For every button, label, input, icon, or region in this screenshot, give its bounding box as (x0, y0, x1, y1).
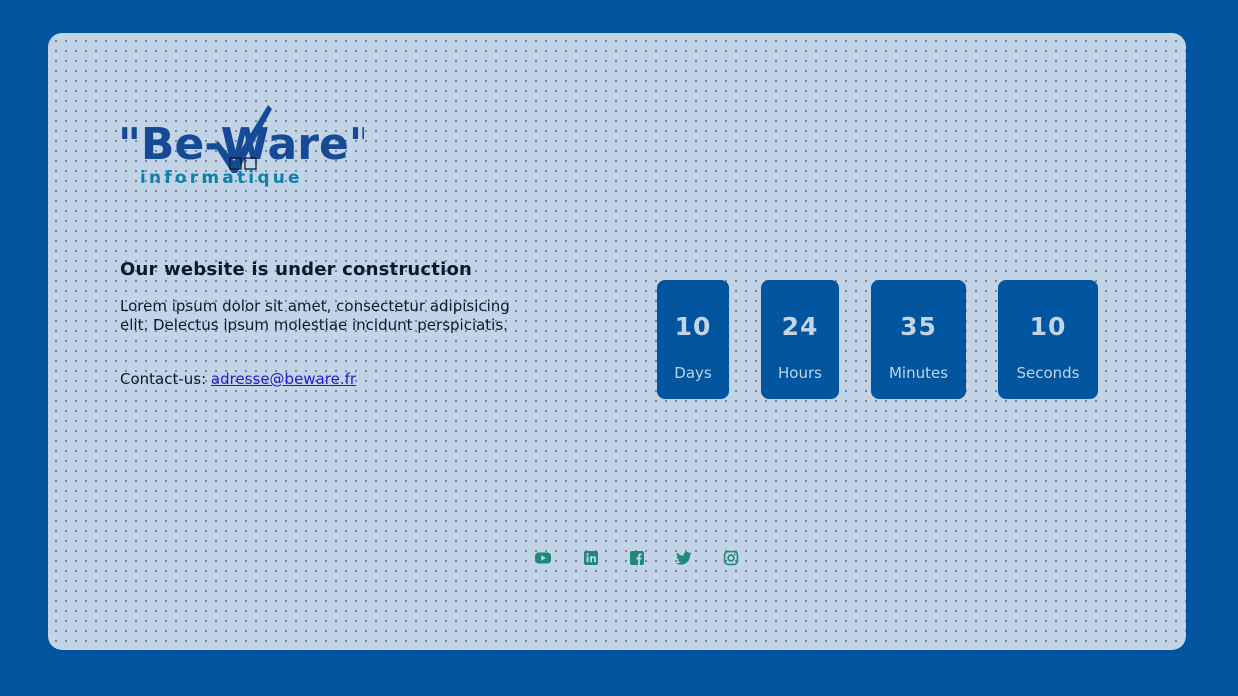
countdown-seconds: 10 Seconds (998, 280, 1098, 399)
contact-email-link[interactable]: adresse@beware.fr (211, 370, 356, 388)
instagram-icon[interactable] (722, 549, 740, 567)
countdown-seconds-value: 10 (1029, 312, 1067, 341)
twitter-icon[interactable] (675, 549, 693, 567)
facebook-icon[interactable] (628, 549, 646, 567)
linkedin-icon[interactable] (582, 549, 600, 567)
page-title: Our website is under construction (120, 259, 473, 280)
countdown-minutes: 35 Minutes (871, 280, 966, 399)
contact-line: Contact-us: adresse@beware.fr (120, 370, 356, 388)
youtube-icon[interactable] (534, 549, 552, 567)
logo-sub-text: informatique (140, 168, 303, 188)
countdown-days-value: 10 (674, 312, 712, 341)
countdown-days: 10 Days (657, 280, 729, 399)
countdown-minutes-label: Minutes (888, 364, 949, 382)
countdown-hours-value: 24 (781, 312, 819, 341)
countdown-hours-label: Hours (778, 364, 822, 382)
countdown-hours: 24 Hours (761, 280, 839, 399)
contact-label: Contact-us: (120, 370, 211, 388)
countdown-minutes-value: 35 (900, 312, 937, 341)
logo-graphic: "Be-Ware" informatique (118, 105, 364, 188)
description-text: Lorem ipsum dolor sit amet, consectetur … (120, 297, 510, 334)
beware-logo: "Be-Ware" informatique (118, 103, 364, 189)
countdown-days-label: Days (674, 364, 712, 382)
construction-card: "Be-Ware" informatique Our website is un… (48, 33, 1186, 650)
countdown-seconds-label: Seconds (1016, 364, 1080, 382)
